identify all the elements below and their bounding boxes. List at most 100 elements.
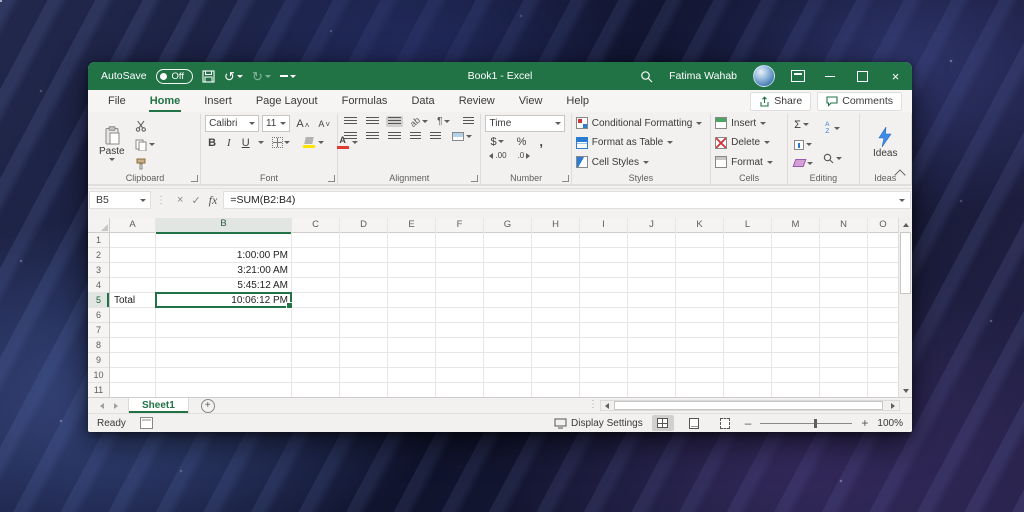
- zoom-slider[interactable]: [760, 423, 852, 424]
- row-header-6[interactable]: 6: [88, 308, 109, 323]
- bottom-align-button[interactable]: [386, 116, 403, 127]
- wrap-text-button[interactable]: [461, 116, 476, 127]
- row-header-5[interactable]: 5: [88, 293, 109, 308]
- row-header-3[interactable]: 3: [88, 263, 109, 278]
- column-header-F[interactable]: F: [436, 218, 483, 233]
- insert-function-button[interactable]: fx: [209, 193, 218, 208]
- insert-cells-button[interactable]: Insert: [715, 115, 783, 131]
- font-dialog-launcher[interactable]: [328, 175, 335, 182]
- formula-bar-grip[interactable]: ⋮: [151, 195, 171, 206]
- share-button[interactable]: Share: [750, 92, 811, 111]
- column-header-K[interactable]: K: [676, 218, 723, 233]
- account-name[interactable]: Fatima Wahab: [661, 62, 745, 90]
- close-button[interactable]: ×: [879, 62, 912, 90]
- grow-font-button[interactable]: A˄: [293, 118, 312, 130]
- align-right-button[interactable]: [386, 131, 403, 142]
- shrink-font-button[interactable]: A˅: [315, 119, 333, 129]
- increase-indent-button[interactable]: [428, 131, 443, 142]
- percent-style-button[interactable]: %: [514, 136, 530, 148]
- scroll-left-button[interactable]: [601, 401, 613, 410]
- row-header-4[interactable]: 4: [88, 278, 109, 293]
- row-header-11[interactable]: 11: [88, 383, 109, 397]
- column-header-O[interactable]: O: [868, 218, 898, 233]
- previous-sheet-button[interactable]: [100, 403, 104, 409]
- font-size-combo[interactable]: 11: [262, 115, 290, 132]
- page-break-view-button[interactable]: [714, 415, 736, 431]
- zoom-slider-thumb[interactable]: [814, 419, 817, 428]
- save-button[interactable]: [202, 70, 215, 83]
- column-header-A[interactable]: A: [110, 218, 155, 233]
- tab-view[interactable]: View: [507, 90, 555, 112]
- decrease-decimal-button[interactable]: .0: [516, 151, 533, 161]
- page-layout-view-button[interactable]: [683, 415, 705, 431]
- formula-input[interactable]: =SUM(B2:B4): [223, 191, 911, 209]
- tab-home[interactable]: Home: [138, 90, 193, 112]
- accounting-format-button[interactable]: $: [487, 136, 506, 148]
- sheetbar-splitter[interactable]: ⋮: [588, 399, 598, 410]
- top-align-button[interactable]: [342, 116, 359, 127]
- search-button[interactable]: [632, 62, 661, 90]
- select-all-corner[interactable]: [88, 218, 109, 233]
- number-format-combo[interactable]: Time: [485, 115, 565, 132]
- row-header-1[interactable]: 1: [88, 233, 109, 248]
- cell-styles-button[interactable]: Cell Styles: [576, 154, 706, 170]
- vertical-scroll-thumb[interactable]: [900, 232, 911, 294]
- zoom-out-button[interactable]: –: [745, 417, 752, 429]
- column-header-B[interactable]: B: [156, 218, 291, 234]
- undo-button[interactable]: ↺: [224, 70, 243, 83]
- number-dialog-launcher[interactable]: [562, 175, 569, 182]
- cell-B2[interactable]: 1:00:00 PM: [156, 248, 292, 263]
- comments-button[interactable]: Comments: [817, 92, 902, 111]
- column-header-C[interactable]: C: [292, 218, 339, 233]
- column-header-L[interactable]: L: [724, 218, 771, 233]
- clipboard-dialog-launcher[interactable]: [191, 175, 198, 182]
- format-cells-button[interactable]: Format: [715, 154, 783, 170]
- clear-button[interactable]: [792, 158, 815, 168]
- column-header-J[interactable]: J: [628, 218, 675, 233]
- tab-file[interactable]: File: [96, 90, 138, 112]
- alignment-dialog-launcher[interactable]: [471, 175, 478, 182]
- normal-view-button[interactable]: [652, 415, 674, 431]
- middle-align-button[interactable]: [364, 116, 381, 127]
- scroll-up-button[interactable]: [899, 218, 912, 231]
- increase-decimal-button[interactable]: .00: [487, 151, 508, 161]
- scroll-down-button[interactable]: [899, 384, 912, 397]
- borders-button[interactable]: [269, 137, 293, 148]
- cell-B3[interactable]: 3:21:00 AM: [156, 263, 292, 278]
- sort-filter-button[interactable]: A Z: [821, 121, 844, 136]
- decrease-indent-button[interactable]: [408, 131, 423, 142]
- format-as-table-button[interactable]: Format as Table: [576, 135, 706, 151]
- find-select-button[interactable]: [821, 152, 844, 165]
- customize-qat-button[interactable]: [280, 75, 296, 78]
- display-settings-button[interactable]: Display Settings: [554, 418, 643, 429]
- bold-button[interactable]: B: [205, 137, 219, 149]
- autosum-button[interactable]: Σ: [792, 118, 815, 132]
- sheet-tab-sheet1[interactable]: Sheet1: [128, 398, 189, 413]
- merge-center-button[interactable]: [450, 131, 474, 142]
- column-header-H[interactable]: H: [532, 218, 579, 233]
- fill-color-button[interactable]: [298, 137, 327, 148]
- next-sheet-button[interactable]: [114, 403, 118, 409]
- tab-review[interactable]: Review: [447, 90, 507, 112]
- row-header-10[interactable]: 10: [88, 368, 109, 383]
- account-button[interactable]: [745, 62, 783, 90]
- italic-button[interactable]: I: [224, 137, 234, 149]
- format-painter-button[interactable]: [133, 157, 157, 171]
- maximize-button[interactable]: [846, 62, 879, 90]
- column-header-D[interactable]: D: [340, 218, 387, 233]
- underline-button[interactable]: U: [239, 137, 253, 149]
- row-header-9[interactable]: 9: [88, 353, 109, 368]
- tab-formulas[interactable]: Formulas: [330, 90, 400, 112]
- row-header-8[interactable]: 8: [88, 338, 109, 353]
- tab-insert[interactable]: Insert: [192, 90, 244, 112]
- autosave-toggle[interactable]: Off: [156, 69, 194, 84]
- column-header-I[interactable]: I: [580, 218, 627, 233]
- tab-help[interactable]: Help: [554, 90, 601, 112]
- fill-button[interactable]: [792, 139, 815, 151]
- orientation-button[interactable]: ab: [408, 116, 430, 128]
- row-header-2[interactable]: 2: [88, 248, 109, 263]
- horizontal-scroll-thumb[interactable]: [614, 401, 883, 410]
- paste-button[interactable]: Paste: [94, 115, 130, 171]
- vertical-scrollbar[interactable]: [898, 218, 912, 397]
- cell-A5[interactable]: Total: [110, 293, 156, 308]
